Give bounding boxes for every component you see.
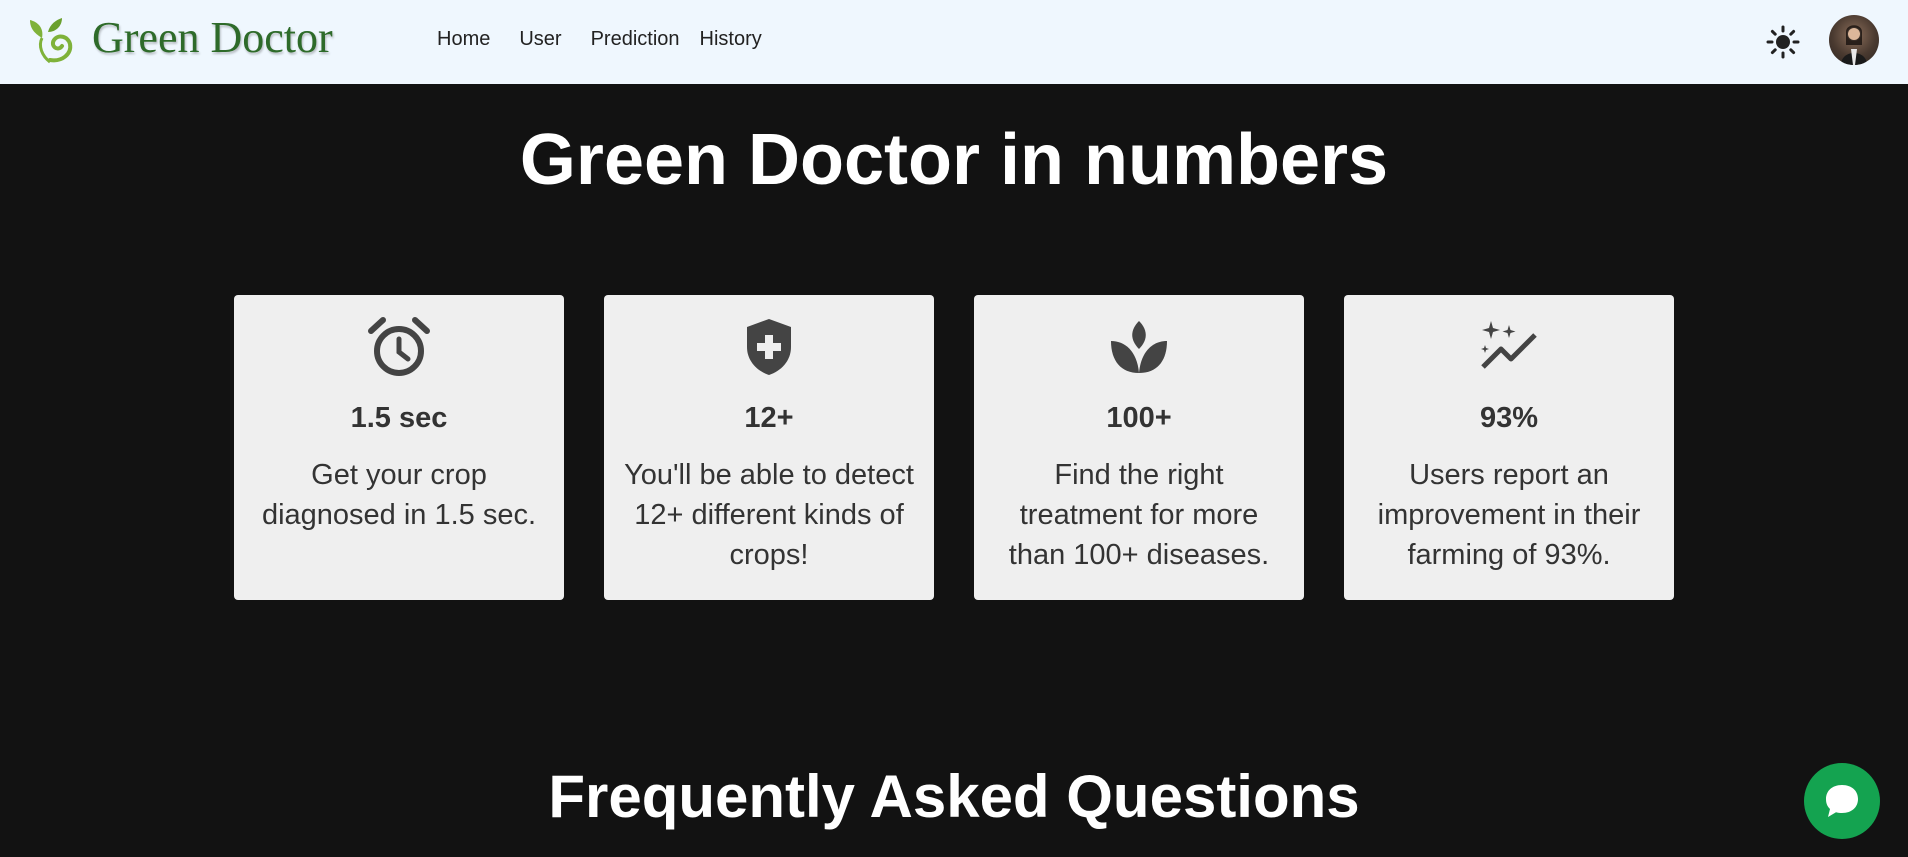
numbers-section-title: Green Doctor in numbers bbox=[519, 120, 1389, 200]
stat-description: Users report an improvement in their far… bbox=[1377, 459, 1641, 571]
brand-name: Green Doctor bbox=[92, 13, 333, 62]
avatar-image bbox=[1841, 25, 1867, 65]
stat-value: 1.5 sec bbox=[350, 402, 448, 434]
nav-home-link[interactable]: Home bbox=[437, 27, 490, 51]
stat-card-speed: 1.5 sec Get your crop diagnosed in 1.5 s… bbox=[234, 295, 564, 600]
nav-history-link[interactable]: History bbox=[700, 27, 762, 51]
faq-section-title: Frequently Asked Questions bbox=[548, 763, 1360, 830]
stats-cards: 1.5 sec Get your crop diagnosed in 1.5 s… bbox=[234, 295, 1674, 600]
brand-logo-link[interactable]: Green Doctor bbox=[28, 12, 333, 64]
auto-graph-icon bbox=[1481, 321, 1537, 369]
stat-value: 93% bbox=[1479, 402, 1539, 434]
stat-description: Find the right treatment for more than 1… bbox=[1008, 459, 1270, 571]
chat-button[interactable] bbox=[1804, 763, 1880, 839]
main-nav: Home User Prediction History bbox=[437, 27, 791, 51]
stat-card-diseases: 100+ Find the right treatment for more t… bbox=[974, 295, 1304, 600]
user-avatar[interactable] bbox=[1829, 15, 1879, 65]
stat-description: Get your crop diagnosed in 1.5 sec. bbox=[261, 459, 537, 531]
chat-bubble-icon bbox=[1826, 785, 1858, 817]
stat-card-improvement: 93% Users report an improvement in their… bbox=[1344, 295, 1674, 600]
alarm-clock-icon bbox=[368, 317, 430, 376]
nav-prediction-link[interactable]: Prediction bbox=[591, 27, 680, 51]
shield-plus-icon bbox=[747, 319, 791, 375]
spa-leaf-icon bbox=[1111, 321, 1167, 373]
sprout-icon bbox=[30, 18, 73, 64]
sun-icon[interactable] bbox=[1765, 24, 1801, 60]
stat-value: 100+ bbox=[1106, 402, 1172, 434]
nav-user-link[interactable]: User bbox=[519, 27, 561, 51]
stat-description: You'll be able to detect 12+ different k… bbox=[624, 459, 914, 571]
stat-card-crops: 12+ You'll be able to detect 12+ differe… bbox=[604, 295, 934, 600]
stat-value: 12+ bbox=[744, 402, 794, 434]
top-navbar: Green Doctor Home User Prediction Histor… bbox=[0, 0, 1908, 84]
